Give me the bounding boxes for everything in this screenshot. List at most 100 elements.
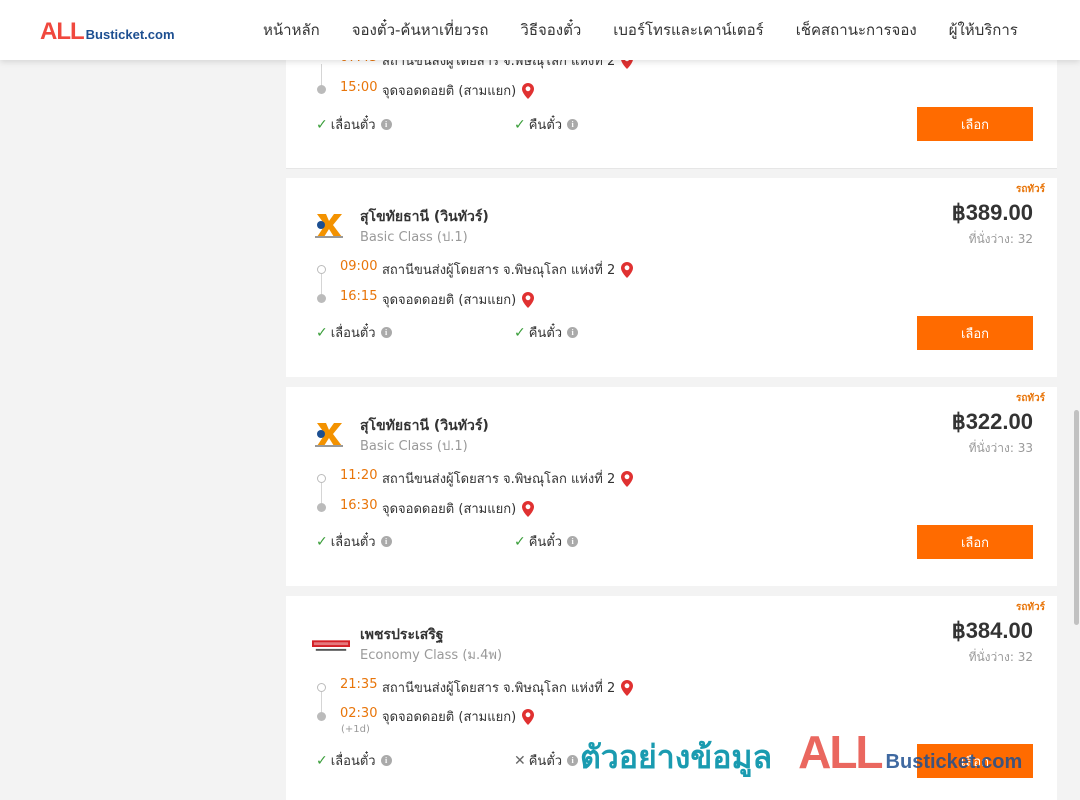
promo-badge: รถทัวร์ bbox=[1015, 184, 1045, 195]
refund-ticket-feature: ✓ คืนตั๋ว i bbox=[514, 531, 579, 552]
refund-ticket-label: คืนตั๋ว bbox=[528, 326, 563, 341]
operator-name: สุโขทัยธานี (วินทัวร์) bbox=[360, 418, 489, 434]
map-pin-icon[interactable] bbox=[522, 708, 535, 725]
operator-name: เพชรประเสริฐ bbox=[360, 627, 444, 643]
winner-tour-logo-icon bbox=[315, 214, 343, 238]
arrival-dot bbox=[317, 85, 326, 94]
cross-icon: ✕ bbox=[514, 752, 526, 769]
departure-place: สถานีขนส่งผู้โดยสาร จ.พิษณุโลก แห่งที่ 2 bbox=[382, 468, 634, 489]
phetprasert-logo-icon bbox=[312, 640, 350, 651]
refund-ticket-label: คืนตั๋ว bbox=[528, 535, 563, 550]
arrival-place-label: จุดจอดดอยติ (สามแยก) bbox=[382, 293, 517, 308]
map-pin-icon[interactable] bbox=[621, 470, 634, 487]
winner-tour-logo-icon bbox=[315, 423, 343, 447]
page-scrollbar[interactable] bbox=[1073, 60, 1080, 800]
check-icon: ✓ bbox=[514, 116, 526, 133]
timeline-line bbox=[321, 692, 322, 712]
map-pin-icon[interactable] bbox=[522, 291, 535, 308]
check-icon: ✓ bbox=[514, 324, 526, 341]
departure-dot bbox=[317, 265, 326, 274]
change-ticket-label: เลื่อนตั๋ว bbox=[330, 754, 376, 769]
site-logo[interactable]: ALL Busticket.com bbox=[40, 18, 175, 46]
arrival-place: จุดจอดดอยติ (สามแยก) bbox=[382, 289, 535, 310]
promo-badge: รถทัวร์ bbox=[1015, 393, 1045, 404]
seats-available: ที่นั่งว่าง: 32 bbox=[968, 650, 1033, 664]
nav-how-to-book[interactable]: วิธีจองตั๋ว bbox=[504, 18, 597, 42]
timeline-line bbox=[321, 274, 322, 294]
arrival-place: จุดจอดดอยติ (สามแยก) bbox=[382, 706, 535, 727]
arrival-place: จุดจอดดอยติ (สามแยก) bbox=[382, 80, 535, 101]
select-button[interactable]: เลือก bbox=[917, 744, 1033, 778]
info-icon[interactable]: i bbox=[380, 119, 392, 130]
arrival-time: 15:00 bbox=[340, 80, 378, 95]
info-icon[interactable]: i bbox=[380, 755, 392, 766]
map-pin-icon[interactable] bbox=[621, 679, 634, 696]
nav-check-status[interactable]: เช็คสถานะการจอง bbox=[780, 18, 933, 42]
next-day-indicator: (+1d) bbox=[341, 724, 370, 735]
refund-ticket-feature: ✓ คืนตั๋ว i bbox=[514, 322, 579, 343]
map-pin-icon[interactable] bbox=[522, 82, 535, 99]
bus-class: Basic Class (ป.1) bbox=[360, 230, 468, 245]
promo-badge: รถทัวร์ bbox=[1015, 602, 1045, 613]
change-ticket-label: เลื่อนตั๋ว bbox=[330, 118, 376, 133]
arrival-dot bbox=[317, 294, 326, 303]
departure-time: 11:20 bbox=[340, 468, 378, 483]
price: ฿384.00 bbox=[951, 618, 1033, 643]
info-icon[interactable]: i bbox=[567, 327, 579, 338]
check-icon: ✓ bbox=[316, 116, 328, 133]
refund-ticket-label: คืนตั๋ว bbox=[528, 118, 563, 133]
info-icon[interactable]: i bbox=[567, 119, 579, 130]
map-pin-icon[interactable] bbox=[621, 261, 634, 278]
nav-contact-counters[interactable]: เบอร์โทรและเคาน์เตอร์ bbox=[597, 18, 779, 42]
departure-place-label: สถานีขนส่งผู้โดยสาร จ.พิษณุโลก แห่งที่ 2 bbox=[382, 681, 616, 696]
refund-ticket-feature: ✕ คืนตั๋ว i bbox=[514, 750, 579, 771]
change-ticket-feature: ✓ เลื่อนตั๋ว i bbox=[316, 750, 392, 771]
departure-time: 21:35 bbox=[340, 677, 378, 692]
change-ticket-feature: ✓ เลื่อนตั๋ว i bbox=[316, 322, 392, 343]
arrival-place-label: จุดจอดดอยติ (สามแยก) bbox=[382, 502, 517, 517]
logo-busticket-text: Busticket.com bbox=[85, 27, 175, 42]
departure-dot bbox=[317, 683, 326, 692]
arrival-place-label: จุดจอดดอยติ (สามแยก) bbox=[382, 84, 517, 99]
scrollbar-thumb[interactable] bbox=[1074, 410, 1079, 625]
info-icon[interactable]: i bbox=[567, 755, 579, 766]
info-icon[interactable]: i bbox=[567, 536, 579, 547]
timeline-line bbox=[321, 483, 322, 503]
map-pin-icon[interactable] bbox=[522, 500, 535, 517]
nav-home[interactable]: หน้าหลัก bbox=[247, 18, 336, 42]
departure-dot bbox=[317, 474, 326, 483]
price: ฿389.00 bbox=[951, 200, 1033, 225]
top-header: ALL Busticket.com หน้าหลัก จองตั๋ว-ค้นหา… bbox=[0, 0, 1080, 60]
arrival-dot bbox=[317, 503, 326, 512]
check-icon: ✓ bbox=[514, 533, 526, 550]
trip-card: รถทัวร์ เพชรประเสริฐ Economy Class (ม.4พ… bbox=[286, 596, 1057, 800]
info-icon[interactable]: i bbox=[380, 536, 392, 547]
refund-ticket-label: คืนตั๋ว bbox=[528, 754, 563, 769]
bus-class: Basic Class (ป.1) bbox=[360, 439, 468, 454]
check-icon: ✓ bbox=[316, 533, 328, 550]
nav-book-search[interactable]: จองตั๋ว-ค้นหาเที่ยวรถ bbox=[336, 18, 505, 42]
operator-name: สุโขทัยธานี (วินทัวร์) bbox=[360, 209, 489, 225]
refund-ticket-feature: ✓ คืนตั๋ว i bbox=[514, 114, 579, 135]
check-icon: ✓ bbox=[316, 324, 328, 341]
change-ticket-feature: ✓ เลื่อนตั๋ว i bbox=[316, 114, 392, 135]
trip-card: รถทัวร์ สุโขทัยธานี (วินทัวร์) Basic Cla… bbox=[286, 387, 1057, 586]
departure-place-label: สถานีขนส่งผู้โดยสาร จ.พิษณุโลก แห่งที่ 2 bbox=[382, 472, 616, 487]
departure-time: 09:00 bbox=[340, 259, 378, 274]
check-icon: ✓ bbox=[316, 752, 328, 769]
arrival-dot bbox=[317, 712, 326, 721]
trip-card: รถทัวร์ สุโขทัยธานี (วินทัวร์) Basic Cla… bbox=[286, 178, 1057, 377]
main-nav: หน้าหลัก จองตั๋ว-ค้นหาเที่ยวรถ วิธีจองตั… bbox=[247, 0, 1034, 60]
info-icon[interactable]: i bbox=[380, 327, 392, 338]
change-ticket-feature: ✓ เลื่อนตั๋ว i bbox=[316, 531, 392, 552]
nav-operators[interactable]: ผู้ให้บริการ bbox=[933, 18, 1034, 42]
departure-place: สถานีขนส่งผู้โดยสาร จ.พิษณุโลก แห่งที่ 2 bbox=[382, 677, 634, 698]
select-button[interactable]: เลือก bbox=[917, 107, 1033, 141]
departure-place: สถานีขนส่งผู้โดยสาร จ.พิษณุโลก แห่งที่ 2 bbox=[382, 259, 634, 280]
price: ฿322.00 bbox=[951, 409, 1033, 434]
seats-available: ที่นั่งว่าง: 33 bbox=[968, 441, 1033, 455]
select-button[interactable]: เลือก bbox=[917, 316, 1033, 350]
select-button[interactable]: เลือก bbox=[917, 525, 1033, 559]
arrival-time: 02:30 bbox=[340, 706, 378, 721]
change-ticket-label: เลื่อนตั๋ว bbox=[330, 535, 376, 550]
